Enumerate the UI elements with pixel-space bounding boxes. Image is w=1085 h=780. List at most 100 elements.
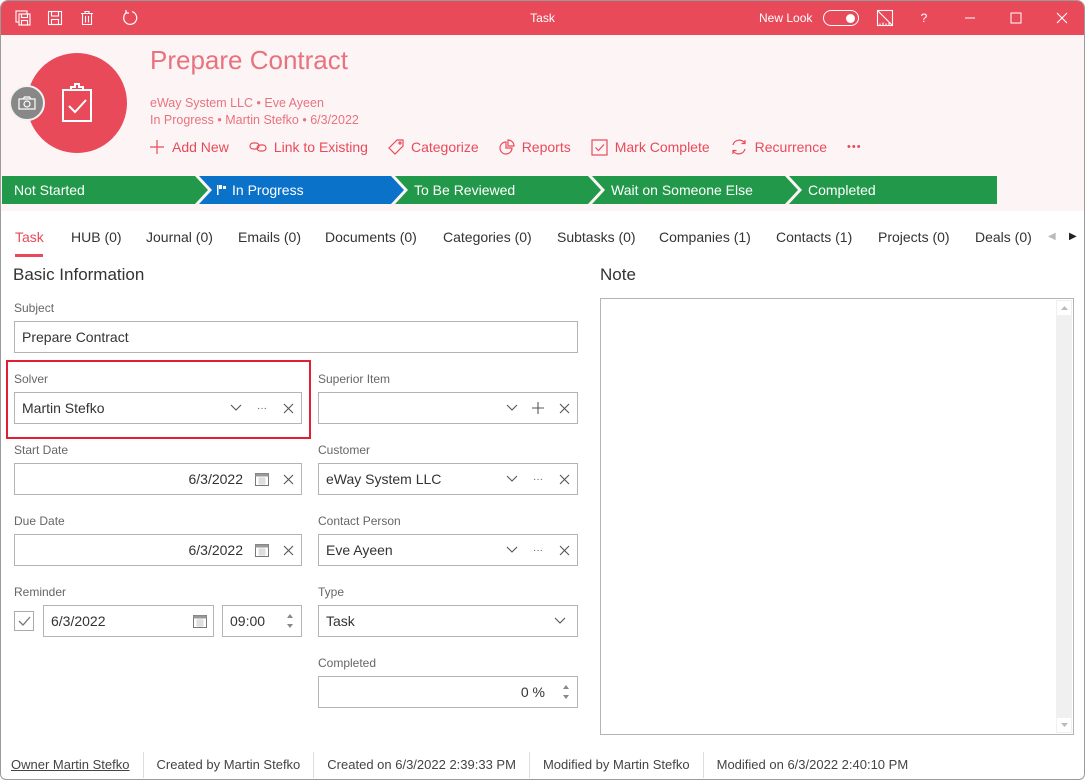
tab-emails[interactable]: Emails (0) xyxy=(238,229,301,245)
scroll-up-icon[interactable] xyxy=(1057,301,1071,315)
clear-icon[interactable] xyxy=(275,535,301,565)
tab-contacts[interactable]: Contacts (1) xyxy=(776,229,852,245)
type-select[interactable]: Task xyxy=(318,605,578,637)
stage-in-progress[interactable]: In Progress xyxy=(216,176,304,204)
calendar-icon[interactable] xyxy=(187,606,213,636)
note-textarea[interactable] xyxy=(600,298,1074,735)
tabs-scroll-right-icon[interactable]: ▶ xyxy=(1069,231,1077,242)
time-spinner[interactable] xyxy=(279,606,301,636)
spin-down-icon[interactable] xyxy=(287,624,293,628)
clear-icon[interactable] xyxy=(551,464,577,494)
change-photo-button[interactable] xyxy=(9,85,45,121)
link-icon xyxy=(249,142,267,152)
tab-projects[interactable]: Projects (0) xyxy=(878,229,950,245)
meta-state-solver-date: In Progress • Martin Stefko • 6/3/2022 xyxy=(150,113,359,127)
note-scrollbar[interactable] xyxy=(1056,300,1072,733)
percent-spinner[interactable] xyxy=(555,677,577,707)
chevron-down-icon[interactable] xyxy=(547,606,573,636)
link-to-existing-button[interactable]: Link to Existing xyxy=(249,139,368,155)
plus-icon[interactable] xyxy=(525,393,551,423)
chevron-down-icon[interactable] xyxy=(499,464,525,494)
tab-categories[interactable]: Categories (0) xyxy=(443,229,532,245)
reports-button[interactable]: Reports xyxy=(499,139,571,155)
mark-complete-button[interactable]: Mark Complete xyxy=(591,138,710,156)
clear-icon[interactable] xyxy=(551,535,577,565)
clear-icon[interactable] xyxy=(551,393,577,423)
help-button[interactable]: ? xyxy=(901,1,947,35)
refresh-icon[interactable] xyxy=(121,9,139,27)
save-and-close-icon[interactable] xyxy=(14,9,32,27)
reminder-checkbox[interactable] xyxy=(14,611,34,631)
clear-icon[interactable] xyxy=(275,464,301,494)
superior-item-field[interactable] xyxy=(318,392,578,424)
due-date-field[interactable]: 6/3/2022 xyxy=(14,534,302,566)
chevron-down-icon[interactable] xyxy=(499,393,525,423)
more-options-icon[interactable]: ··· xyxy=(249,393,275,423)
tab-deals[interactable]: Deals (0) xyxy=(975,229,1032,245)
tag-icon xyxy=(388,139,404,155)
reminder-date-field[interactable]: 6/3/2022 xyxy=(43,605,214,637)
scroll-down-icon[interactable] xyxy=(1057,718,1071,732)
created-by: Created by Martin Stefko xyxy=(144,752,315,778)
ruler-triangle-icon[interactable] xyxy=(876,9,894,27)
minimize-icon xyxy=(965,17,975,19)
chevron-down-icon[interactable] xyxy=(499,535,525,565)
solver-field[interactable]: Martin Stefko ··· xyxy=(14,392,302,424)
categorize-button[interactable]: Categorize xyxy=(388,139,479,155)
new-look-toggle[interactable] xyxy=(823,10,859,26)
start-date-value: 6/3/2022 xyxy=(188,471,244,487)
completed-label: Completed xyxy=(318,656,377,670)
add-new-button[interactable]: Add New xyxy=(149,139,229,155)
clear-icon[interactable] xyxy=(275,393,301,423)
note-heading: Note xyxy=(600,265,636,284)
tab-companies[interactable]: Companies (1) xyxy=(659,229,751,245)
minimize-button[interactable] xyxy=(947,1,993,35)
spin-up-icon[interactable] xyxy=(563,685,569,689)
solver-value: Martin Stefko xyxy=(22,400,105,416)
spin-down-icon[interactable] xyxy=(563,695,569,699)
save-icon[interactable] xyxy=(46,9,64,27)
reminder-time-field[interactable]: 09:00 xyxy=(222,605,302,637)
tabs-scroll-left-icon[interactable]: ◀ xyxy=(1048,231,1056,242)
tab-subtasks[interactable]: Subtasks (0) xyxy=(557,229,636,245)
tab-task[interactable]: Task xyxy=(15,229,44,245)
contact-person-label: Contact Person xyxy=(318,514,401,528)
camera-icon xyxy=(18,96,36,110)
more-actions-button[interactable]: ••• xyxy=(847,141,862,153)
link-to-existing-label: Link to Existing xyxy=(273,139,368,155)
calendar-icon[interactable] xyxy=(249,535,275,565)
completed-field[interactable]: 0 % xyxy=(318,676,578,708)
stage-wait-on-someone-else[interactable]: Wait on Someone Else xyxy=(611,176,753,204)
add-new-label: Add New xyxy=(172,139,229,155)
calendar-icon[interactable] xyxy=(249,464,275,494)
more-options-icon[interactable]: ··· xyxy=(525,535,551,565)
reports-label: Reports xyxy=(521,139,571,155)
owner-link[interactable]: Owner Martin Stefko xyxy=(1,752,144,778)
recurrence-label: Recurrence xyxy=(754,139,828,155)
reminder-time-value: 09:00 xyxy=(230,613,266,629)
subject-input[interactable]: Prepare Contract xyxy=(14,321,578,353)
item-title: Prepare Contract xyxy=(150,45,348,75)
customer-field[interactable]: eWay System LLC ··· xyxy=(318,463,578,495)
close-button[interactable] xyxy=(1039,1,1084,35)
record-header: Prepare Contract eWay System LLC • Eve A… xyxy=(1,35,1084,211)
contact-person-field[interactable]: Eve Ayeen ··· xyxy=(318,534,578,566)
created-on: Created on 6/3/2022 2:39:33 PM xyxy=(314,752,530,778)
delete-icon[interactable] xyxy=(78,9,96,27)
maximize-button[interactable] xyxy=(993,1,1039,35)
spin-up-icon[interactable] xyxy=(287,614,293,618)
stage-not-started[interactable]: Not Started xyxy=(14,176,85,204)
recurrence-button[interactable]: Recurrence xyxy=(730,138,827,156)
customer-value: eWay System LLC xyxy=(326,471,442,487)
stage-completed[interactable]: Completed xyxy=(808,176,876,204)
tab-documents[interactable]: Documents (0) xyxy=(325,229,417,245)
tab-journal[interactable]: Journal (0) xyxy=(146,229,213,245)
stage-to-be-reviewed[interactable]: To Be Reviewed xyxy=(414,176,515,204)
tab-hub[interactable]: HUB (0) xyxy=(71,229,122,245)
start-date-field[interactable]: 6/3/2022 xyxy=(14,463,302,495)
mark-complete-label: Mark Complete xyxy=(614,139,710,155)
chevron-down-icon[interactable] xyxy=(223,393,249,423)
start-date-label: Start Date xyxy=(14,443,69,457)
more-options-icon[interactable]: ··· xyxy=(525,464,551,494)
new-look-label: New Look xyxy=(759,11,813,25)
